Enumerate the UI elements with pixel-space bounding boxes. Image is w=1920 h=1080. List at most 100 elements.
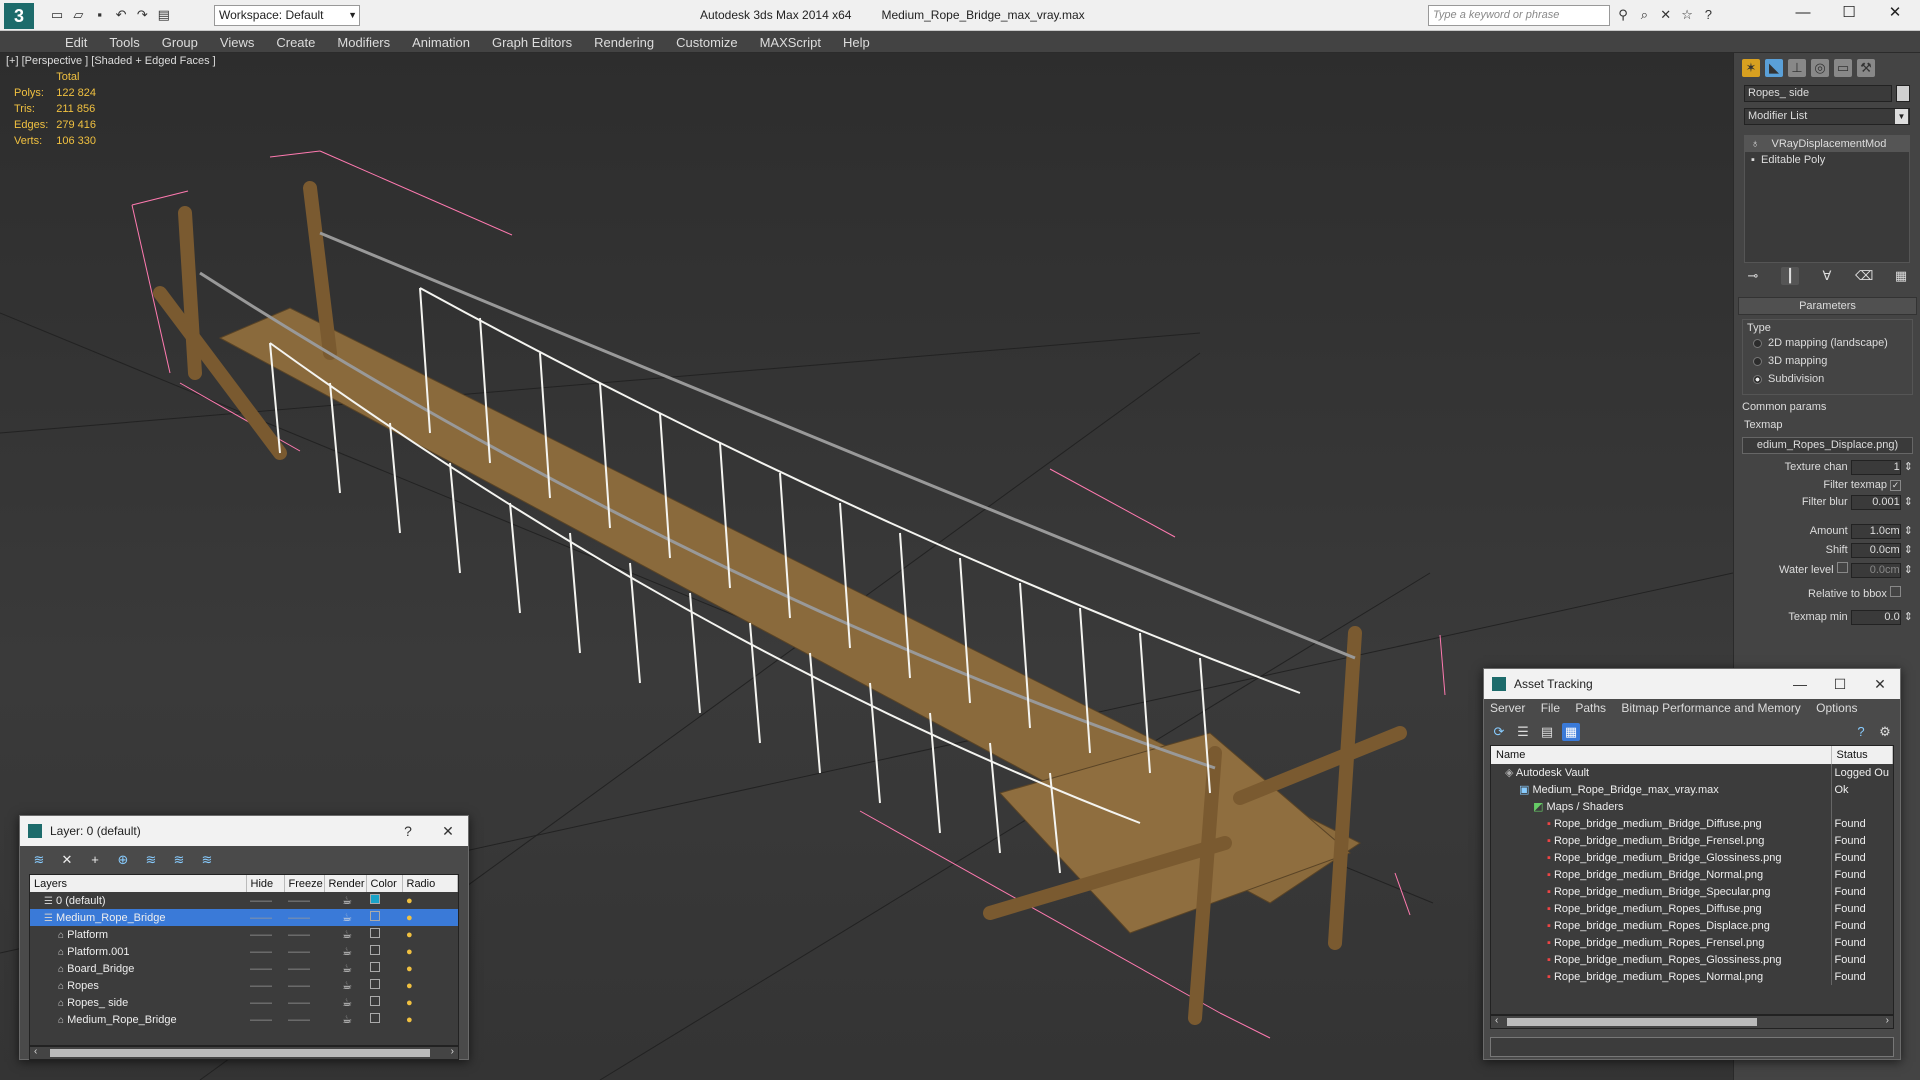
lightbulb-icon[interactable]: ♁ bbox=[1751, 138, 1759, 150]
favorites-star-icon[interactable]: ☆ bbox=[1678, 6, 1696, 24]
freeze-toggle[interactable]: —— bbox=[284, 994, 324, 1011]
layer-name-cell[interactable]: ☰ 0 (default) bbox=[30, 892, 246, 909]
asset-row[interactable]: ▪ Rope_bridge_medium_Ropes_Glossiness.pn… bbox=[1491, 951, 1893, 968]
list-view-icon[interactable]: ☰ bbox=[1514, 723, 1532, 741]
delete-layer-icon[interactable]: ✕ bbox=[58, 851, 76, 869]
make-unique-icon[interactable]: ∀ bbox=[1818, 267, 1836, 285]
hide-toggle[interactable]: —— bbox=[246, 943, 284, 960]
asset-name-cell[interactable]: ▪ Rope_bridge_medium_Ropes_Normal.png bbox=[1491, 968, 1832, 985]
asset-menu-server[interactable]: Server bbox=[1490, 701, 1525, 715]
hide-toggle[interactable]: —— bbox=[246, 926, 284, 943]
new-file-icon[interactable]: ▭ bbox=[48, 6, 66, 24]
binoculars-icon[interactable]: ⚲ bbox=[1614, 6, 1632, 24]
save-icon[interactable]: ▪ bbox=[91, 6, 109, 24]
layer-horizontal-scrollbar[interactable]: ‹ › bbox=[29, 1046, 459, 1060]
asset-menu-options[interactable]: Options bbox=[1816, 701, 1857, 715]
motion-tab-icon[interactable]: ◎ bbox=[1811, 59, 1829, 77]
scroll-right-icon[interactable]: › bbox=[1886, 1015, 1889, 1026]
asset-row[interactable]: ▪ Rope_bridge_medium_Bridge_Specular.png… bbox=[1491, 883, 1893, 900]
hide-toggle[interactable]: —— bbox=[246, 977, 284, 994]
asset-menu-paths[interactable]: Paths bbox=[1575, 701, 1606, 715]
expand-icon[interactable]: ▪ bbox=[1751, 154, 1755, 166]
remove-modifier-icon[interactable]: ⌫ bbox=[1855, 267, 1873, 285]
layer-row[interactable]: ⌂ Ropes_ side —— —— ☕ ● bbox=[30, 994, 458, 1011]
close-button[interactable]: ✕ bbox=[428, 816, 468, 846]
column-header[interactable]: Render bbox=[324, 875, 367, 892]
scroll-thumb[interactable] bbox=[50, 1049, 430, 1057]
parameters-rollout-header[interactable]: Parameters bbox=[1738, 297, 1917, 315]
layer-row[interactable]: ⌂ Ropes —— —— ☕ ● bbox=[30, 977, 458, 994]
radiosity-toggle[interactable]: ● bbox=[402, 926, 458, 943]
radio-button[interactable] bbox=[1753, 374, 1762, 384]
layer-row[interactable]: ⌂ Medium_Rope_Bridge —— —— ☕ ● bbox=[30, 1011, 458, 1028]
menu-edit[interactable]: Edit bbox=[54, 31, 98, 54]
select-objects-icon[interactable]: ⊕ bbox=[114, 851, 132, 869]
asset-name-cell[interactable]: ▪ Rope_bridge_medium_Bridge_Frensel.png bbox=[1491, 832, 1832, 849]
modify-tab-icon[interactable]: ◣ bbox=[1765, 59, 1783, 77]
refresh-icon[interactable]: ⟳ bbox=[1490, 723, 1508, 741]
layer-color-swatch[interactable] bbox=[366, 892, 402, 909]
hide-all-layers-icon[interactable]: ≋ bbox=[170, 851, 188, 869]
freeze-toggle[interactable]: —— bbox=[284, 926, 324, 943]
asset-horizontal-scrollbar[interactable]: ‹ › bbox=[1490, 1015, 1894, 1029]
create-layer-icon[interactable]: ≋ bbox=[30, 851, 48, 869]
radio-button[interactable] bbox=[1753, 338, 1762, 348]
asset-name-cell[interactable]: ◩ Maps / Shaders bbox=[1491, 798, 1832, 815]
layer-row[interactable]: ⌂ Platform.001 —— —— ☕ ● bbox=[30, 943, 458, 960]
hide-toggle[interactable]: —— bbox=[246, 892, 284, 909]
texmap-min-spinner[interactable]: 0.0 bbox=[1850, 610, 1901, 625]
render-toggle[interactable]: ☕ bbox=[324, 909, 366, 926]
radiosity-toggle[interactable]: ● bbox=[402, 1011, 458, 1028]
amount-spinner[interactable]: 1.0cm bbox=[1850, 524, 1901, 539]
filter-blur-spinner[interactable]: 0.001 bbox=[1850, 495, 1901, 510]
layer-name-cell[interactable]: ⌂ Platform.001 bbox=[30, 943, 246, 960]
layer-color-swatch[interactable] bbox=[366, 977, 402, 994]
layer-name-cell[interactable]: ⌂ Ropes_ side bbox=[30, 994, 246, 1011]
radiosity-toggle[interactable]: ● bbox=[402, 892, 458, 909]
asset-row[interactable]: ▪ Rope_bridge_medium_Bridge_Frensel.png F… bbox=[1491, 832, 1893, 849]
render-toggle[interactable]: ☕ bbox=[324, 994, 366, 1011]
asset-name-cell[interactable]: ◈ Autodesk Vault bbox=[1491, 764, 1832, 781]
project-folder-icon[interactable]: ▤ bbox=[155, 6, 173, 24]
create-tab-icon[interactable]: ✶ bbox=[1742, 59, 1760, 77]
highlight-layer-icon[interactable]: ≋ bbox=[142, 851, 160, 869]
asset-row[interactable]: ▪ Rope_bridge_medium_Ropes_Displace.png F… bbox=[1491, 917, 1893, 934]
radiosity-toggle[interactable]: ● bbox=[402, 943, 458, 960]
render-toggle[interactable]: ☕ bbox=[324, 977, 366, 994]
minimize-button[interactable]: — bbox=[1780, 0, 1826, 26]
layer-color-swatch[interactable] bbox=[366, 943, 402, 960]
column-header[interactable]: Layers bbox=[30, 875, 247, 892]
radiosity-toggle[interactable]: ● bbox=[402, 977, 458, 994]
scroll-left-icon[interactable]: ‹ bbox=[1495, 1015, 1498, 1026]
asset-row[interactable]: ▪ Rope_bridge_medium_Bridge_Glossiness.p… bbox=[1491, 849, 1893, 866]
asset-row[interactable]: ◈ Autodesk Vault Logged Ou bbox=[1491, 764, 1893, 781]
hide-toggle[interactable]: —— bbox=[246, 1011, 284, 1028]
texture-chan-spinner[interactable]: 1 bbox=[1850, 460, 1901, 475]
help-button[interactable]: ? bbox=[388, 816, 428, 846]
asset-name-cell[interactable]: ▪ Rope_bridge_medium_Bridge_Specular.png bbox=[1491, 883, 1832, 900]
water-level-spinner[interactable]: 0.0cm bbox=[1850, 563, 1901, 578]
radiosity-toggle[interactable]: ● bbox=[402, 960, 458, 977]
scroll-left-icon[interactable]: ‹ bbox=[34, 1046, 37, 1057]
menu-group[interactable]: Group bbox=[151, 31, 209, 54]
communication-icon[interactable]: ✕ bbox=[1657, 6, 1675, 24]
column-header[interactable]: Status bbox=[1831, 746, 1893, 764]
search-icon[interactable]: ⌕ bbox=[1635, 6, 1653, 24]
add-to-layer-icon[interactable]: + bbox=[86, 851, 104, 869]
freeze-toggle[interactable]: —— bbox=[284, 960, 324, 977]
freeze-toggle[interactable]: —— bbox=[284, 1011, 324, 1028]
hide-toggle[interactable]: —— bbox=[246, 960, 284, 977]
menu-create[interactable]: Create bbox=[265, 31, 326, 54]
undo-icon[interactable]: ↶ bbox=[112, 6, 130, 24]
freeze-toggle[interactable]: —— bbox=[284, 943, 324, 960]
hide-toggle[interactable]: —— bbox=[246, 994, 284, 1011]
object-color-swatch[interactable] bbox=[1896, 85, 1910, 102]
settings-icon[interactable]: ⚙ bbox=[1876, 723, 1894, 741]
scroll-thumb[interactable] bbox=[1507, 1018, 1757, 1026]
layer-color-swatch[interactable] bbox=[366, 1011, 402, 1028]
redo-icon[interactable]: ↷ bbox=[133, 6, 151, 24]
asset-name-cell[interactable]: ▪ Rope_bridge_medium_Ropes_Diffuse.png bbox=[1491, 900, 1832, 917]
radio-button[interactable] bbox=[1753, 356, 1762, 366]
help-icon[interactable]: ? bbox=[1699, 6, 1717, 24]
layer-color-swatch[interactable] bbox=[366, 960, 402, 977]
